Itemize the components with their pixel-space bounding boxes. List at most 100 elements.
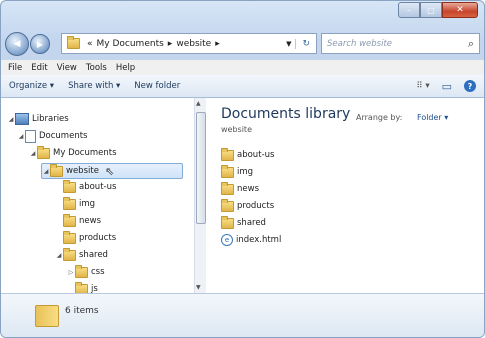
library-title: Documents library — [221, 106, 351, 122]
folder-icon — [63, 179, 76, 193]
tree-item-label: website — [66, 166, 99, 176]
arrange-by-dropdown[interactable]: Folder ▾ — [417, 113, 448, 122]
command-bar: Organize ▾ Share with ▾ New folder ⠿ ▾ ▭… — [1, 75, 484, 98]
menu-view[interactable]: View — [57, 63, 77, 73]
menu-tools[interactable]: Tools — [86, 63, 107, 73]
scrollbar-thumb[interactable] — [196, 112, 206, 224]
tree-item-label: Documents — [39, 131, 88, 141]
tree-item-css[interactable]: ▷ css — [67, 264, 105, 279]
folder-icon — [221, 147, 234, 161]
file-name: news — [237, 184, 259, 194]
menu-help[interactable]: Help — [116, 63, 135, 73]
preview-pane-icon[interactable]: ▭ — [442, 80, 452, 93]
arrange-by-label: Arrange by: — [356, 113, 403, 122]
address-dropdown-icon[interactable]: ▼ — [286, 40, 291, 48]
breadcrumb-overflow[interactable]: « — [87, 39, 93, 49]
expand-arrow-icon[interactable]: ◢ — [17, 133, 25, 140]
back-button[interactable]: ◀ — [5, 32, 29, 56]
explorer-window: – □ ✕ ◀ ▶ « My Documents ▸ website ▸ ▼ ↻… — [0, 0, 485, 338]
folder-icon — [75, 264, 88, 278]
close-button[interactable]: ✕ — [442, 2, 478, 18]
file-item-products[interactable]: products — [221, 198, 275, 213]
breadcrumb-website[interactable]: website — [176, 39, 211, 49]
file-item-index-html[interactable]: e index.html — [221, 233, 281, 247]
library-subtitle: website — [221, 125, 252, 134]
breadcrumb-my-documents[interactable]: My Documents — [97, 39, 164, 49]
mouse-cursor-icon: ⇖ — [104, 164, 115, 178]
file-item-news[interactable]: news — [221, 181, 259, 196]
collapse-arrow-icon[interactable]: ▷ — [67, 269, 75, 276]
folder-icon — [63, 230, 76, 244]
tree-item-label: css — [91, 267, 105, 277]
tree-item-label: products — [79, 233, 117, 243]
file-name: index.html — [236, 235, 282, 245]
expand-arrow-icon[interactable]: ◢ — [42, 168, 50, 175]
breadcrumb-separator-icon[interactable]: ▸ — [215, 39, 220, 49]
expand-arrow-icon[interactable]: ◢ — [29, 150, 37, 157]
tree-item-label: about-us — [79, 182, 117, 192]
file-name: shared — [237, 218, 266, 228]
minimize-button[interactable]: – — [398, 2, 420, 18]
file-item-about-us[interactable]: about-us — [221, 147, 275, 162]
tree-item-shared[interactable]: ◢ shared — [55, 247, 108, 262]
scroll-down-arrow-icon[interactable]: ▼ — [196, 284, 201, 291]
search-input[interactable]: Search website — [327, 39, 392, 49]
scroll-up-arrow-icon[interactable]: ▲ — [196, 100, 201, 107]
folder-icon — [63, 196, 76, 210]
expand-arrow-icon[interactable]: ◢ — [7, 116, 15, 123]
tree-item-documents[interactable]: ◢ Documents — [17, 129, 87, 143]
details-pane: 6 items — [1, 293, 484, 337]
search-icon[interactable]: ⌕ — [468, 37, 474, 51]
content-pane: Documents library website Arrange by: Fo… — [206, 98, 484, 293]
tree-item-my-documents[interactable]: ◢ My Documents — [29, 145, 117, 160]
menu-edit[interactable]: Edit — [31, 63, 47, 73]
menu-file[interactable]: File — [8, 63, 22, 73]
breadcrumb-separator-icon[interactable]: ▸ — [168, 39, 173, 49]
file-item-img[interactable]: img — [221, 164, 254, 179]
folder-icon — [63, 213, 76, 227]
organize-button[interactable]: Organize ▾ — [9, 81, 54, 91]
search-box[interactable]: Search website ⌕ — [321, 33, 480, 54]
documents-icon — [25, 129, 36, 143]
maximize-button[interactable]: □ — [420, 2, 442, 18]
file-name: products — [237, 201, 275, 211]
folder-icon — [221, 198, 234, 212]
window-controls: – □ ✕ — [398, 2, 478, 18]
tree-item-about-us[interactable]: about-us — [55, 179, 117, 194]
navigation-pane: ◢ Libraries ◢ Documents ◢ My Documents ◢… — [1, 98, 194, 295]
tree-item-website[interactable]: ◢ website ⇖ — [41, 163, 183, 179]
menu-bar: File Edit View Tools Help — [1, 59, 484, 76]
refresh-icon[interactable]: ↻ — [295, 38, 316, 49]
tree-item-products[interactable]: products — [55, 230, 117, 245]
large-folder-icon — [35, 305, 59, 327]
folder-icon — [221, 215, 234, 229]
share-with-button[interactable]: Share with ▾ — [68, 81, 120, 91]
change-view-icon[interactable]: ⠿ ▾ — [416, 81, 429, 91]
forward-button[interactable]: ▶ — [30, 34, 50, 54]
new-folder-button[interactable]: New folder — [134, 81, 180, 91]
tree-item-label: img — [79, 199, 96, 209]
tree-item-label: Libraries — [32, 114, 69, 124]
tree-item-img[interactable]: img — [55, 196, 96, 211]
tree-item-libraries[interactable]: ◢ Libraries — [7, 112, 69, 126]
file-name: img — [237, 167, 254, 177]
folder-icon — [37, 145, 50, 159]
file-item-shared[interactable]: shared — [221, 215, 266, 230]
tree-item-news[interactable]: news — [55, 213, 101, 228]
tree-item-label: shared — [79, 250, 108, 260]
folder-icon — [67, 36, 80, 49]
address-bar[interactable]: « My Documents ▸ website ▸ ▼ ↻ — [61, 33, 317, 54]
navigation-bar: ◀ ▶ « My Documents ▸ website ▸ ▼ ↻ Searc… — [5, 31, 480, 56]
file-name: about-us — [237, 150, 275, 160]
tree-item-label: My Documents — [53, 148, 117, 158]
libraries-icon — [15, 113, 29, 125]
folder-icon — [221, 181, 234, 195]
back-icon: ◀ — [13, 39, 21, 49]
expand-arrow-icon[interactable]: ◢ — [55, 252, 63, 259]
folder-icon — [221, 164, 234, 178]
folder-icon — [50, 163, 63, 177]
html-file-icon: e — [221, 234, 233, 246]
help-icon[interactable]: ? — [464, 80, 476, 92]
item-count: 6 items — [65, 306, 99, 316]
forward-icon: ▶ — [36, 39, 44, 49]
